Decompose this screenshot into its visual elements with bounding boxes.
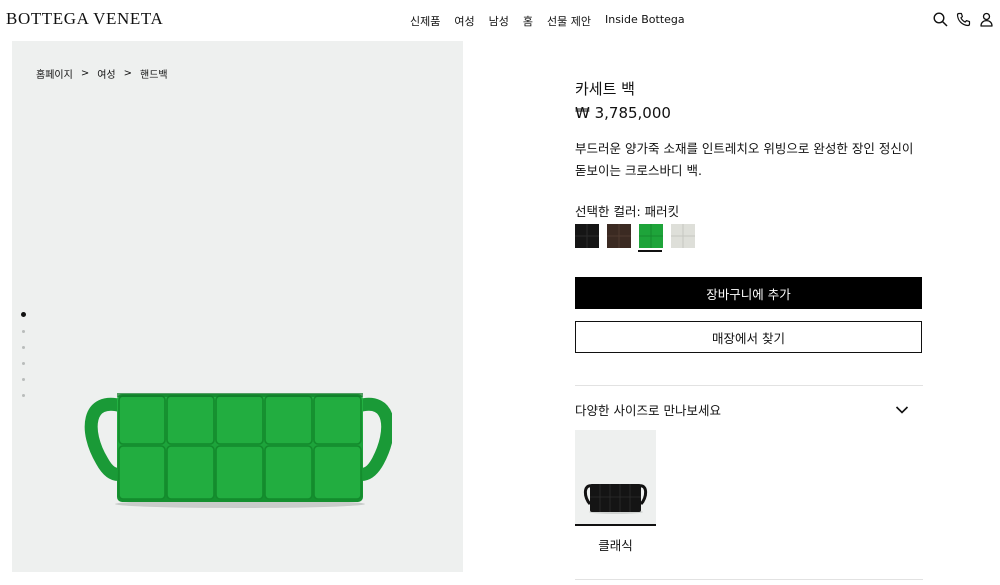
sizes-title: 다양한 사이즈로 만나보세요 [575,403,721,418]
find-in-store-button[interactable]: 매장에서 찾기 [575,321,922,353]
header-icons [931,10,1000,28]
breadcrumb-handbags[interactable]: 핸드백 [140,66,168,81]
nav-item-gifts[interactable]: 선물 제안 [547,13,591,29]
divider [575,385,923,386]
color-swatches [575,224,703,248]
size-thumbnail [575,430,656,526]
product-image [82,346,395,515]
selected-color-label: 선택한 컬러: 패러킷 [575,204,680,219]
gallery-dot[interactable] [22,362,25,365]
product-description: 부드러운 양가죽 소재를 인트레치오 위빙으로 완성한 장인 정신이 돋보이는 … [575,141,914,178]
nav-item-women[interactable]: 여성 [454,13,474,29]
gallery-dot[interactable] [22,346,25,349]
swatch-white[interactable] [671,224,695,248]
gallery-dot[interactable] [21,312,26,317]
breadcrumb-home[interactable]: 홈페이지 [36,66,73,81]
gallery-pagination [21,312,26,410]
nav-item-inside-bottega[interactable]: Inside Bottega [605,13,685,29]
breadcrumb-separator: > [80,68,90,79]
swatch-black[interactable] [575,224,599,248]
product-price: ₩ 3,785,000 [575,104,671,122]
swatch-green[interactable] [639,224,663,248]
nav-item-new[interactable]: 신제품 [410,13,440,29]
search-icon[interactable] [931,10,949,28]
nav-item-home[interactable]: 홈 [523,13,533,29]
breadcrumb-separator: > [123,68,132,79]
brand-logo[interactable]: BOTTEGA VENETA [6,9,163,29]
gallery-dot[interactable] [22,378,25,381]
nav-item-men[interactable]: 남성 [489,13,509,29]
breadcrumb: 홈페이지 > 여성 > 핸드백 [36,66,168,81]
account-icon[interactable] [977,10,995,28]
site-header: BOTTEGA VENETA 신제품 여성 남성 홈 선물 제안 Inside … [0,0,1000,38]
size-label: 클래식 [598,538,633,553]
gallery-dot[interactable] [22,330,25,333]
divider [575,579,923,580]
sizes-accordion-toggle[interactable]: 다양한 사이즈로 만나보세요 [575,395,923,423]
phone-icon[interactable] [954,10,972,28]
product-title: 카세트 백 [575,80,635,98]
add-to-cart-button[interactable]: 장바구니에 추가 [575,277,922,309]
chevron-down-icon [895,400,909,419]
product-gallery: 홈페이지 > 여성 > 핸드백 [12,41,463,572]
size-option-classic[interactable]: 클래식 [575,430,656,554]
main-nav: 신제품 여성 남성 홈 선물 제안 Inside Bottega [410,13,699,29]
gallery-dot[interactable] [22,394,25,397]
breadcrumb-women[interactable]: 여성 [97,66,115,81]
selected-swatch-indicator [638,250,662,252]
swatch-brown[interactable] [607,224,631,248]
